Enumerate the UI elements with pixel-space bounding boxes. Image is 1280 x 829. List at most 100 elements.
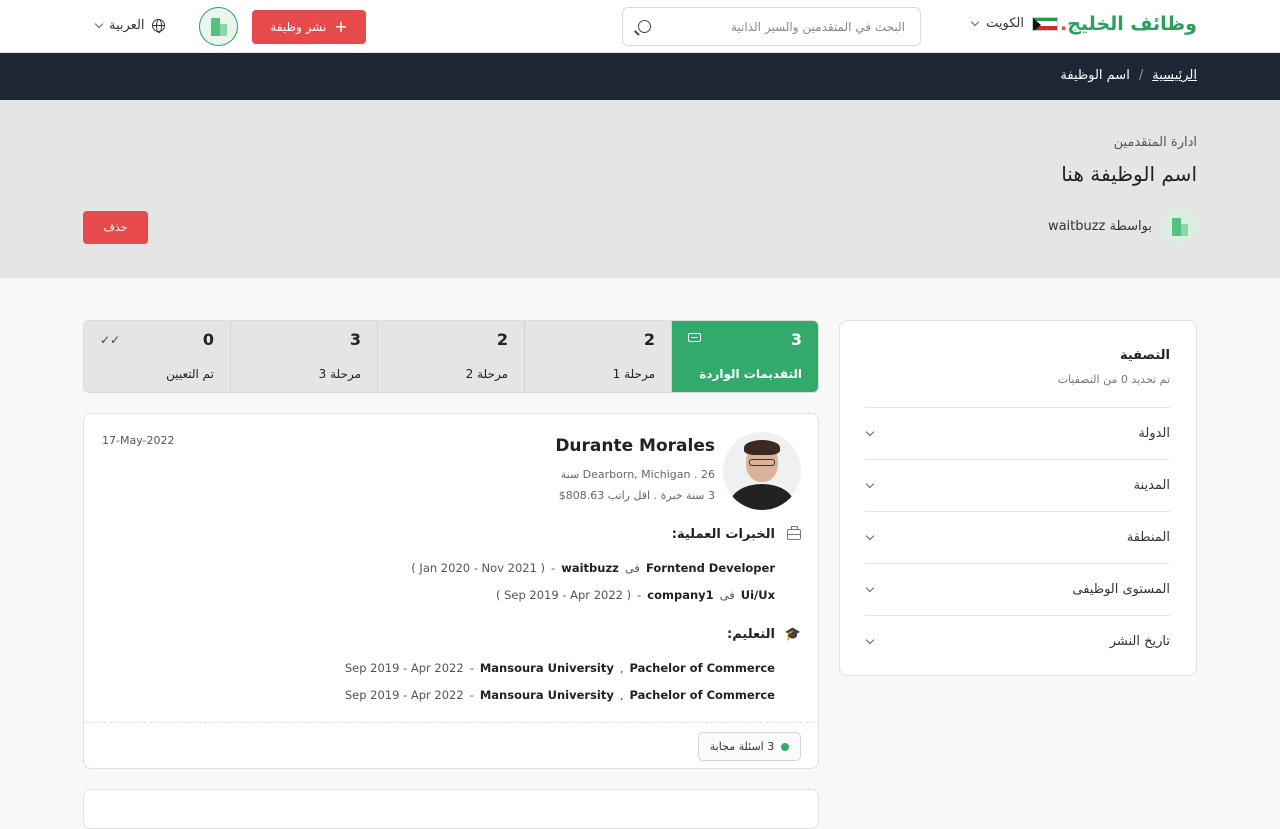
country-label: الكويت [986, 16, 1024, 31]
stage-label: مرحلة 1 [612, 367, 655, 381]
building-icon [210, 17, 228, 36]
applicant-name[interactable]: Durante Morales [555, 436, 715, 456]
chevron-down-icon [94, 19, 104, 29]
applicant-card[interactable] [83, 789, 819, 829]
chevron-down-icon [865, 427, 875, 437]
job-period: ( Sep 2019 - Apr 2022 ) [495, 588, 632, 602]
graduation-cap-icon: 🎓 [784, 627, 801, 642]
breadcrumb-home-link[interactable]: الرئيسية [1152, 68, 1197, 83]
tab-stage-3[interactable]: 3 مرحلة 3 [230, 321, 377, 392]
page-subtitle: ادارة المتقدمين [1113, 135, 1197, 150]
school: Mansoura University [479, 661, 614, 675]
top-navbar: وظائف الخليج. الكويت + نشر وظيفة العربية [0, 0, 1280, 53]
filter-career-level[interactable]: المستوى الوظيفى [865, 563, 1170, 615]
facet-label: المستوى الوظيفى [1072, 582, 1170, 597]
applicant-min-salary: اقل راتب 808.63$ [558, 489, 651, 502]
post-job-label: نشر وظيفة [270, 20, 327, 34]
education-period: Sep 2019 - Apr 2022 [344, 688, 464, 702]
facet-label: المدينة [1133, 478, 1170, 493]
tab-hired[interactable]: 0 ✓✓ تم التعيين [84, 321, 230, 392]
building-icon [1171, 217, 1189, 236]
filter-region[interactable]: المنطقة [865, 511, 1170, 563]
country-selector[interactable]: الكويت [970, 16, 1058, 31]
search-input[interactable] [659, 19, 905, 34]
filter-title: التصفية [1119, 348, 1170, 363]
filter-country[interactable]: الدولة [865, 407, 1170, 459]
globe-icon [151, 19, 165, 33]
stage-count: 2 [496, 330, 508, 349]
education-item: Pachelor of Commerce , Mansoura Universi… [344, 661, 775, 675]
company-avatar[interactable] [199, 7, 238, 46]
answered-questions-badge[interactable]: 3 اسئلة مجابة [698, 732, 801, 761]
pipeline-stages: 3 التقديمات الواردة 2 مرحلة 1 2 مرحلة 2 … [83, 320, 819, 393]
answered-label: 3 اسئلة مجابة [709, 740, 775, 753]
job-role: Ui/Ux [740, 588, 775, 602]
facet-label: تاريخ النشر [1109, 634, 1170, 649]
stage-count: 0 [202, 330, 214, 349]
applicant-experience: 3 سنة خبرة [660, 489, 715, 502]
job-header: ادارة المتقدمين اسم الوظيفة هنا بواسطة w… [0, 100, 1280, 278]
filter-hint: تم تحديد 0 من التصفيات [1057, 373, 1170, 386]
breadcrumb: الرئيسية / اسم الوظيفة [1060, 68, 1197, 83]
applicant-location: Dearborn, Michigan [582, 468, 691, 481]
experience-item: Ui/Ux فى company1 - ( Sep 2019 - Apr 202… [495, 588, 775, 602]
application-date: 17-May-2022 [102, 434, 175, 447]
site-logo[interactable]: وظائف الخليج. [1060, 13, 1197, 35]
stage-count: 3 [790, 330, 802, 349]
job-company: company1 [647, 588, 714, 602]
applicant-experience-salary: 3 سنة خبرة . اقل راتب 808.63$ [558, 489, 715, 502]
chevron-down-icon [865, 635, 875, 645]
applicant-location-age: Dearborn, Michigan . 26 سنة [560, 468, 715, 481]
job-at: فى [719, 588, 735, 602]
chevron-down-icon [865, 479, 875, 489]
stage-label: مرحلة 3 [318, 367, 361, 381]
experience-heading: الخبرات العملية: [671, 527, 775, 542]
posted-by-label: بواسطة waitbuzz [1047, 219, 1152, 234]
stage-count: 2 [643, 330, 655, 349]
briefcase-icon [787, 526, 801, 544]
school: Mansoura University [479, 688, 614, 702]
job-company: waitbuzz [561, 561, 619, 575]
delete-button[interactable]: حذف [83, 211, 148, 244]
chevron-down-icon [970, 17, 980, 27]
breadcrumb-separator: / [1138, 68, 1144, 83]
kuwait-flag-icon [1032, 16, 1058, 31]
experience-item: Forntend Developer فى waitbuzz - ( Jan 2… [411, 561, 775, 575]
filter-panel: التصفية تم تحديد 0 من التصفيات الدولة ال… [839, 320, 1197, 676]
degree: Pachelor of Commerce [629, 661, 775, 675]
stage-count: 3 [349, 330, 361, 349]
page-title: اسم الوظيفة هنا [1061, 162, 1197, 186]
inbox-icon [688, 333, 701, 342]
language-selector[interactable]: العربية [94, 18, 165, 33]
facet-label: الدولة [1138, 426, 1170, 441]
tab-incoming-applications[interactable]: 3 التقديمات الواردة [671, 321, 818, 392]
stage-label: تم التعيين [166, 367, 214, 381]
breadcrumb-current: اسم الوظيفة [1060, 68, 1130, 83]
filter-post-date[interactable]: تاريخ النشر [865, 615, 1170, 667]
education-item: Pachelor of Commerce , Mansoura Universi… [344, 688, 775, 702]
status-dot-icon [781, 742, 790, 751]
tab-stage-1[interactable]: 2 مرحلة 1 [524, 321, 671, 392]
tab-stage-2[interactable]: 2 مرحلة 2 [377, 321, 524, 392]
job-period: ( Jan 2020 - Nov 2021 ) [411, 561, 546, 575]
card-divider [84, 722, 818, 723]
search-box [622, 7, 921, 46]
education-period: Sep 2019 - Apr 2022 [344, 661, 464, 675]
language-label: العربية [109, 18, 145, 33]
logo-text: وظائف الخليج [1067, 13, 1197, 35]
post-job-button[interactable]: + نشر وظيفة [252, 10, 366, 44]
company-avatar [1162, 209, 1197, 244]
search-icon[interactable] [638, 20, 651, 33]
breadcrumb-bar: الرئيسية / اسم الوظيفة [0, 53, 1280, 100]
chevron-down-icon [865, 583, 875, 593]
applicant-card[interactable]: 17-May-2022 Durante Morales Dearborn, Mi… [83, 413, 819, 769]
plus-icon: + [334, 17, 348, 36]
stage-label: التقديمات الواردة [699, 367, 802, 381]
degree: Pachelor of Commerce [629, 688, 775, 702]
avatar [723, 432, 801, 510]
stage-label: مرحلة 2 [465, 367, 508, 381]
job-at: فى [624, 561, 640, 575]
filter-city[interactable]: المدينة [865, 459, 1170, 511]
education-heading: التعليم: [727, 627, 775, 642]
posted-by: بواسطة waitbuzz [1048, 209, 1197, 244]
